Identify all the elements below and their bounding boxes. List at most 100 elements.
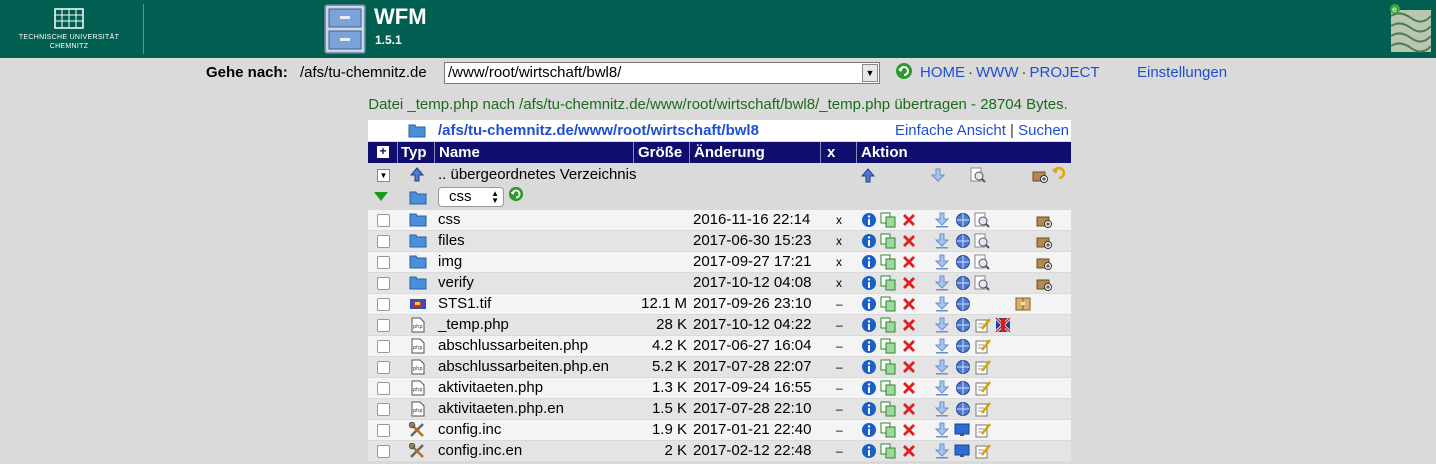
copy-icon[interactable] [880, 296, 896, 312]
magnifier-icon[interactable] [974, 233, 990, 249]
download-icon[interactable] [935, 401, 951, 417]
delete-flag[interactable]: x [836, 276, 842, 290]
download-icon[interactable] [935, 212, 951, 228]
row-checkbox[interactable] [377, 214, 390, 227]
col-typ[interactable]: Typ [401, 144, 427, 161]
table-row[interactable]: files 2017-06-30 15:23 x [368, 231, 1071, 251]
breadcrumb-www[interactable]: www [578, 122, 613, 139]
row-checkbox[interactable] [377, 424, 390, 437]
copy-icon[interactable] [880, 212, 896, 228]
breadcrumb-root[interactable]: root [617, 122, 646, 139]
delete-icon[interactable] [901, 401, 917, 417]
info-icon[interactable] [861, 359, 877, 375]
globe-icon[interactable] [955, 338, 971, 354]
delete-icon[interactable] [901, 275, 917, 291]
file-name[interactable]: img [438, 253, 462, 270]
delete-flag[interactable]: – [836, 360, 843, 374]
archive-box-icon[interactable] [1015, 296, 1031, 312]
info-icon[interactable] [861, 443, 877, 459]
edit-icon[interactable] [975, 443, 991, 459]
delete-flag[interactable]: x [836, 255, 842, 269]
info-icon[interactable] [861, 380, 877, 396]
globe-icon[interactable] [955, 317, 971, 333]
file-name[interactable]: aktivitaeten.php.en [438, 400, 564, 417]
edit-icon[interactable] [975, 401, 991, 417]
select-all-icon[interactable]: + [377, 145, 389, 158]
col-size[interactable]: Größe [638, 144, 682, 161]
reload-icon[interactable] [508, 186, 524, 202]
download-icon[interactable] [935, 359, 951, 375]
flag-icon[interactable] [995, 317, 1011, 333]
copy-icon[interactable] [880, 317, 896, 333]
table-row[interactable]: php abschlussarbeiten.php.en 5.2 K 2017-07-… [368, 357, 1071, 377]
simple-view-link[interactable]: Einfache Ansicht [895, 122, 1006, 139]
copy-icon[interactable] [880, 233, 896, 249]
undo-icon[interactable] [1051, 165, 1067, 181]
path-select[interactable]: /www/root/wirtschaft/bwl8/ ▼ [444, 62, 880, 84]
new-archive-icon[interactable] [1036, 275, 1052, 291]
delete-flag[interactable]: – [836, 318, 843, 332]
arrow-up-icon[interactable] [410, 167, 424, 182]
delete-flag[interactable]: – [836, 297, 843, 311]
download-icon[interactable] [935, 317, 951, 333]
globe-icon[interactable] [955, 254, 971, 270]
edit-icon[interactable] [975, 422, 991, 438]
copy-icon[interactable] [880, 443, 896, 459]
stamp-logo-icon[interactable]: e [1388, 2, 1434, 54]
globe-icon[interactable] [955, 233, 971, 249]
project-link[interactable]: PROJECT [1029, 64, 1099, 81]
delete-flag[interactable]: – [836, 444, 843, 458]
table-row[interactable]: php abschlussarbeiten.php 4.2 K 2017-06-27 … [368, 336, 1071, 356]
copy-icon[interactable] [880, 338, 896, 354]
breadcrumb-afs[interactable]: /afs/tu-chemnitz.de [438, 122, 574, 139]
row-checkbox[interactable] [377, 298, 390, 311]
edit-icon[interactable] [975, 380, 991, 396]
info-icon[interactable] [861, 422, 877, 438]
info-icon[interactable] [861, 338, 877, 354]
delete-icon[interactable] [901, 233, 917, 249]
file-name[interactable]: abschlussarbeiten.php [438, 337, 588, 354]
file-name[interactable]: aktivitaeten.php [438, 379, 543, 396]
info-icon[interactable] [861, 275, 877, 291]
magnifier-icon[interactable] [974, 212, 990, 228]
row-checkbox[interactable] [377, 361, 390, 374]
delete-icon[interactable] [901, 254, 917, 270]
col-name[interactable]: Name [439, 144, 480, 161]
settings-link[interactable]: Einstellungen [1137, 64, 1227, 81]
copy-icon[interactable] [880, 401, 896, 417]
table-row[interactable]: config.inc.en 2 K 2017-02-12 22:48 – [368, 441, 1071, 461]
copy-icon[interactable] [880, 254, 896, 270]
globe-icon[interactable] [955, 275, 971, 291]
file-name[interactable]: verify [438, 274, 474, 291]
row-checkbox[interactable] [377, 235, 390, 248]
row-checkbox[interactable] [377, 319, 390, 332]
download-icon[interactable] [935, 338, 951, 354]
file-name[interactable]: _temp.php [438, 316, 509, 333]
delete-icon[interactable] [901, 443, 917, 459]
info-icon[interactable] [861, 254, 877, 270]
monitor-icon[interactable] [954, 443, 970, 459]
new-archive-icon[interactable] [1032, 167, 1048, 183]
copy-icon[interactable] [880, 275, 896, 291]
magnifier-icon[interactable] [974, 275, 990, 291]
table-row[interactable]: php aktivitaeten.php 1.3 K 2017-09-24 16:55… [368, 378, 1071, 398]
arrow-up-icon[interactable] [861, 168, 875, 183]
table-row[interactable]: php _temp.php 28 K 2017-10-12 04:22 – [368, 315, 1071, 335]
tu-chemnitz-logo[interactable]: TECHNISCHE UNIVERSITÄT CHEMNITZ [14, 6, 124, 51]
parent-directory-label[interactable]: .. übergeordnetes Verzeichnis [438, 166, 636, 183]
delete-icon[interactable] [901, 296, 917, 312]
table-row[interactable]: verify 2017-10-12 04:08 x [368, 273, 1071, 293]
globe-icon[interactable] [955, 212, 971, 228]
file-name[interactable]: css [438, 211, 461, 228]
breadcrumb-bwl8[interactable]: bwl8 [726, 122, 759, 139]
copy-icon[interactable] [880, 422, 896, 438]
reload-icon[interactable] [895, 62, 913, 80]
parent-directory-row[interactable]: ▼ .. übergeordnetes Verzeichnis [368, 164, 1071, 186]
download-icon[interactable] [935, 296, 951, 312]
delete-flag[interactable]: – [836, 381, 843, 395]
globe-icon[interactable] [955, 401, 971, 417]
file-name[interactable]: config.inc.en [438, 442, 522, 459]
magnifier-icon[interactable] [974, 254, 990, 270]
table-row[interactable]: config.inc 1.9 K 2017-01-21 22:40 – [368, 420, 1071, 440]
edit-icon[interactable] [975, 317, 991, 333]
